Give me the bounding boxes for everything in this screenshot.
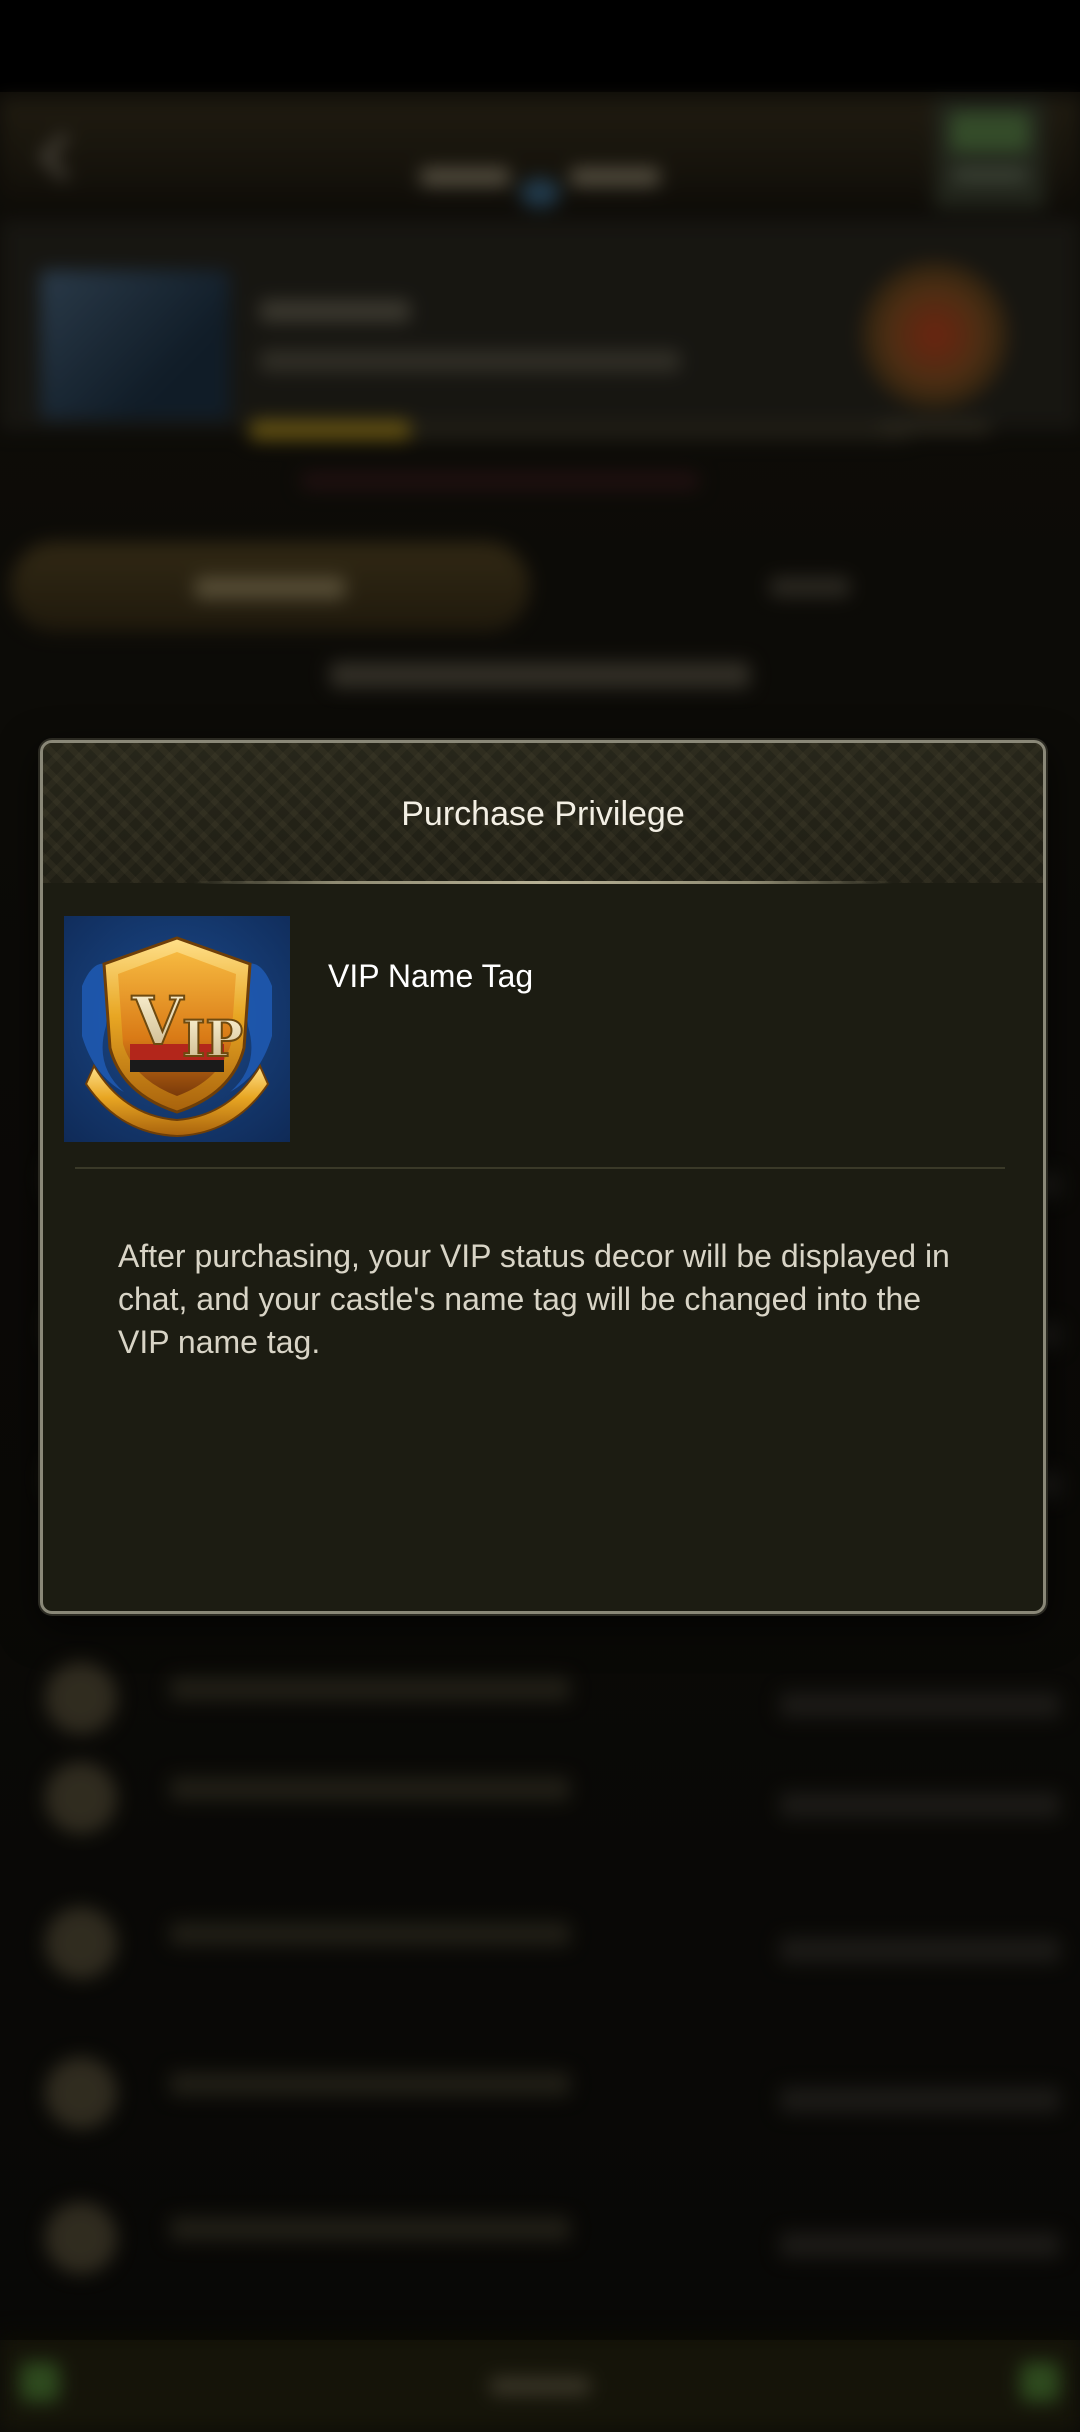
divider [75,1167,1005,1169]
bottom-left-icon[interactable] [20,2362,60,2402]
bottom-right-icon[interactable] [1020,2362,1060,2402]
bottom-bar [0,2332,1080,2432]
purchase-privilege-dialog: Purchase Privilege V IP VIP Name Tag Aft… [40,740,1046,1614]
dialog-header: Purchase Privilege [43,743,1043,883]
item-name: VIP Name Tag [328,958,534,994]
vip-badge-icon: V IP [64,916,290,1142]
svg-text:IP: IP [182,1009,243,1068]
svg-text:V: V [131,982,185,1060]
dialog-title: Purchase Privilege [401,795,685,833]
title-divider [193,881,893,884]
item-description: After purchasing, your VIP status decor … [118,1238,950,1360]
